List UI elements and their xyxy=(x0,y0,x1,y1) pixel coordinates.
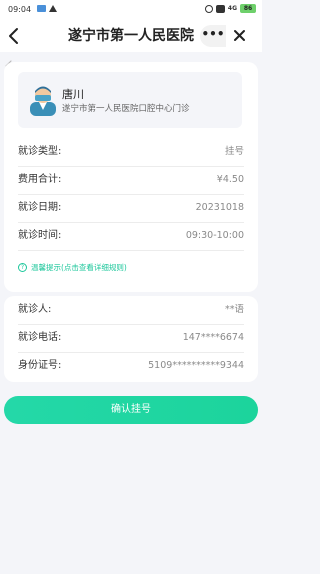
row-label: 就诊人: xyxy=(18,304,52,315)
battery-icon: 86 xyxy=(240,4,256,13)
image-icon xyxy=(49,5,57,12)
patient-id-row: 身份证号: 5109**********9344 xyxy=(18,352,244,380)
confirm-registration-button[interactable]: 确认挂号 xyxy=(4,396,258,424)
row-label: 就诊时间: xyxy=(18,230,62,241)
mini-program-capsule: ••• xyxy=(200,25,254,47)
status-notification-icons xyxy=(37,5,57,12)
row-value: ¥4.50 xyxy=(216,174,244,185)
doctor-name: 唐川 xyxy=(62,88,84,101)
message-icon xyxy=(37,5,46,12)
signal-icon: 4G xyxy=(227,5,237,12)
appointment-card: 唐川 遂宁市第一人民医院口腔中心门诊 就诊类型: 挂号 费用合计: ¥4.50 … xyxy=(4,62,258,292)
status-bar: 09:04 4G 86 xyxy=(0,0,262,20)
doctor-avatar-icon xyxy=(28,84,58,116)
page-title: 遂宁市第一人民医院 xyxy=(68,28,194,44)
status-right-icons: 4G 86 xyxy=(204,4,256,13)
alarm-icon xyxy=(204,4,213,13)
chevron-left-icon xyxy=(9,28,18,44)
row-label: 身份证号: xyxy=(18,360,62,371)
close-button[interactable] xyxy=(226,25,252,47)
patient-card: 就诊人: **语 就诊电话: 147****6674 身份证号: 5109***… xyxy=(4,296,258,382)
row-value: 挂号 xyxy=(224,146,244,157)
row-label: 就诊类型: xyxy=(18,146,62,157)
fee-row: 费用合计: ¥4.50 xyxy=(18,166,244,194)
row-label: 费用合计: xyxy=(18,174,62,185)
rules-tip-link[interactable]: ? 温馨提示(点击查看详细规则) xyxy=(18,262,127,273)
doctor-department: 遂宁市第一人民医院口腔中心门诊 xyxy=(62,104,190,114)
row-value: 20231018 xyxy=(195,202,244,213)
status-time: 09:04 xyxy=(8,5,32,14)
more-button[interactable]: ••• xyxy=(200,25,226,47)
hd-icon xyxy=(215,4,225,13)
close-icon xyxy=(234,30,245,41)
row-value: 147****6674 xyxy=(182,332,244,343)
divider xyxy=(18,250,244,251)
row-label: 就诊电话: xyxy=(18,332,62,343)
row-value: 5109**********9344 xyxy=(148,360,244,371)
help-icon: ? xyxy=(18,263,27,272)
visit-type-row: 就诊类型: 挂号 xyxy=(18,138,244,166)
row-label: 就诊日期: xyxy=(18,202,62,213)
row-value: 09:30-10:00 xyxy=(185,230,244,241)
visit-time-row: 就诊时间: 09:30-10:00 xyxy=(18,222,244,250)
nav-bar: 遂宁市第一人民医院 ••• xyxy=(0,20,262,52)
patient-name-row: 就诊人: **语 xyxy=(18,296,244,324)
back-button[interactable] xyxy=(4,24,24,48)
doctor-info: 唐川 遂宁市第一人民医院口腔中心门诊 xyxy=(18,72,242,128)
tip-text: 温馨提示(点击查看详细规则) xyxy=(31,263,127,272)
patient-phone-row: 就诊电话: 147****6674 xyxy=(18,324,244,352)
visit-date-row: 就诊日期: 20231018 xyxy=(18,194,244,222)
row-value: **语 xyxy=(224,304,244,315)
doctor-icon xyxy=(30,86,56,116)
